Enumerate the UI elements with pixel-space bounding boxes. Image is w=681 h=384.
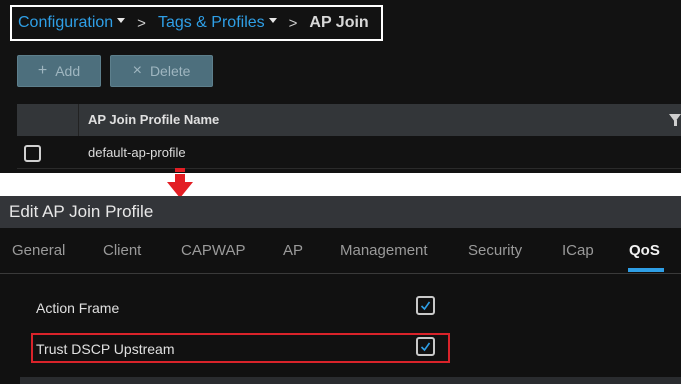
breadcrumb-tags-profiles[interactable]: Tags & Profiles — [158, 14, 277, 32]
delete-button-label: Delete — [149, 63, 191, 79]
edit-panel-title: Edit AP Join Profile — [9, 202, 154, 221]
plus-icon: + — [37, 62, 48, 79]
tab-security[interactable]: Security — [468, 228, 522, 274]
breadcrumb: Configuration > Tags & Profiles > AP Joi… — [10, 5, 383, 41]
column-header-name[interactable]: AP Join Profile Name — [88, 104, 219, 136]
edit-panel-header: Edit AP Join Profile — [0, 196, 681, 228]
check-icon — [420, 342, 431, 352]
table-header: AP Join Profile Name — [17, 104, 681, 136]
action-frame-checkbox[interactable] — [416, 296, 435, 315]
tab-bar: General Client CAPWAP AP Management Secu… — [0, 228, 681, 274]
breadcrumb-configuration[interactable]: Configuration — [18, 14, 126, 32]
tab-general[interactable]: General — [12, 228, 65, 274]
add-button-label: Add — [55, 63, 81, 79]
filter-icon[interactable] — [669, 114, 681, 126]
tab-client[interactable]: Client — [103, 228, 141, 274]
check-icon — [420, 301, 431, 311]
action-frame-label: Action Frame — [36, 300, 120, 316]
caret-down-icon — [117, 17, 126, 23]
caret-down-icon — [268, 17, 277, 23]
trust-dscp-upstream-label: Trust DSCP Upstream — [36, 341, 175, 357]
breadcrumb-tags-profiles-label: Tags & Profiles — [157, 14, 265, 31]
tab-management[interactable]: Management — [340, 228, 428, 274]
close-icon: × — [132, 62, 142, 79]
breadcrumb-separator: > — [137, 14, 146, 32]
next-section-strip — [20, 377, 681, 384]
divider — [0, 173, 681, 196]
add-button[interactable]: + Add — [17, 55, 101, 87]
table-row[interactable]: default-ap-profile — [17, 136, 681, 169]
select-all-column — [17, 104, 79, 136]
tab-ap[interactable]: AP — [283, 228, 303, 274]
profile-name-cell[interactable]: default-ap-profile — [88, 136, 186, 169]
tab-capwap[interactable]: CAPWAP — [181, 228, 245, 274]
delete-button[interactable]: × Delete — [110, 55, 213, 87]
breadcrumb-configuration-label: Configuration — [18, 14, 114, 31]
arrow-down-icon — [167, 168, 193, 198]
row-checkbox[interactable] — [24, 145, 41, 162]
breadcrumb-separator: > — [288, 14, 298, 32]
trust-dscp-upstream-checkbox[interactable] — [416, 337, 435, 356]
breadcrumb-current: AP Join — [309, 14, 369, 31]
tab-icap[interactable]: ICap — [562, 228, 594, 274]
profile-list-panel: Configuration > Tags & Profiles > AP Joi… — [0, 0, 681, 173]
active-tab-indicator — [628, 268, 664, 272]
